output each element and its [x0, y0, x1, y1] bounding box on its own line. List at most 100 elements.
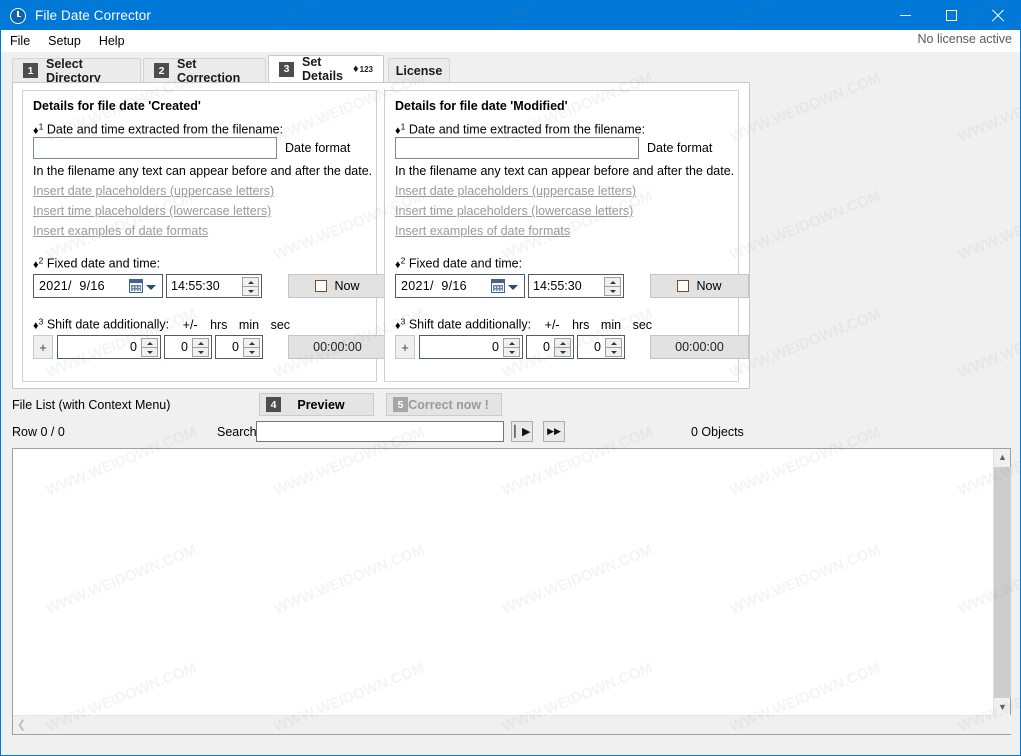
step2-label-modified: ♦2 Fixed date and time: [395, 255, 522, 271]
vertical-scrollbar[interactable]: ▲ ▼ [993, 449, 1011, 716]
spinner-up-icon[interactable] [192, 338, 209, 348]
group-created: Details for file date 'Created' ♦1 Date … [22, 90, 387, 382]
scroll-down-icon[interactable]: ▼ [994, 699, 1011, 716]
close-button[interactable] [974, 1, 1020, 30]
spinner-down-icon[interactable] [503, 348, 520, 357]
shift-sign-toggle-modified[interactable]: + [395, 335, 415, 359]
step2-label-text: Fixed date and time: [408, 256, 523, 271]
step-marker-3-icon: ♦3 [33, 316, 44, 332]
group-title-modified: Details for file date 'Modified' [395, 99, 568, 113]
minimize-button[interactable] [882, 1, 928, 30]
step3-label-created: ♦3 Shift date additionally: +/- hrs min … [33, 316, 290, 332]
minutes-spinner-created[interactable] [192, 338, 209, 357]
tab-select-directory[interactable]: 1 Select Directory [12, 57, 141, 85]
seconds-spinner-created[interactable] [243, 338, 260, 357]
window-controls [882, 1, 1020, 30]
horizontal-scrollbar[interactable]: ❮ ❯ [13, 715, 1011, 734]
spinner-down-icon[interactable] [242, 287, 259, 296]
tab-set-details[interactable]: 3 Set Details ♦ 123 [268, 55, 384, 83]
search-label: Search [217, 425, 257, 439]
spinner-up-icon[interactable] [604, 277, 621, 287]
seconds-spinner-modified[interactable] [605, 338, 622, 357]
scroll-left-icon[interactable]: ❮ [13, 716, 30, 735]
fixed-date-picker-modified[interactable]: 2021/ 9/16 [395, 274, 525, 298]
menu-bar: File Setup Help No license active [1, 30, 1020, 52]
spinner-down-icon[interactable] [604, 287, 621, 296]
shift-hours-input-modified[interactable]: 0 [419, 335, 523, 359]
spinner-up-icon[interactable] [141, 338, 158, 348]
date-format-label-modified: Date format [647, 141, 713, 155]
fixed-time-input-modified[interactable]: 14:55:30 [528, 274, 624, 298]
title-bar: File Date Corrector [1, 1, 1020, 30]
fixed-time-input-created[interactable]: 14:55:30 [166, 274, 262, 298]
checkbox-icon[interactable] [677, 280, 690, 292]
menu-item-file[interactable]: File [1, 31, 39, 51]
shift-hours-input-created[interactable]: 0 [57, 335, 161, 359]
shift-minutes-input-modified[interactable]: 0 [526, 335, 574, 359]
shift-unit-min-modified: min [600, 317, 622, 332]
link-insert-time-placeholders-created[interactable]: Insert time placeholders (lowercase lett… [33, 204, 271, 218]
tab-label: License [395, 63, 443, 78]
tab-set-correction[interactable]: 2 Set Correction [143, 57, 266, 85]
tab-number-badge: 2 [154, 63, 169, 78]
chevron-down-icon [146, 285, 156, 290]
link-insert-date-format-examples-created[interactable]: Insert examples of date formats [33, 224, 208, 238]
spinner-up-icon[interactable] [605, 338, 622, 348]
spinner-down-icon[interactable] [141, 348, 158, 357]
filename-hint-created: In the filename any text can appear befo… [33, 164, 373, 178]
maximize-icon [945, 10, 957, 21]
preview-button[interactable]: 4 Preview [259, 393, 374, 416]
minimize-icon [899, 15, 911, 16]
shift-minutes-input-created[interactable]: 0 [164, 335, 212, 359]
correct-now-button[interactable]: 5 Correct now ! [386, 393, 502, 416]
step3-label-modified: ♦3 Shift date additionally: +/- hrs min … [395, 316, 652, 332]
now-checkbox-created[interactable]: Now [288, 274, 387, 298]
spinner-down-icon[interactable] [192, 348, 209, 357]
spinner-down-icon[interactable] [554, 348, 571, 357]
checkbox-icon[interactable] [315, 280, 328, 292]
step-marker-2-icon: ♦2 [33, 255, 44, 271]
spinner-down-icon[interactable] [605, 348, 622, 357]
shift-seconds-input-created[interactable]: 0 [215, 335, 263, 359]
search-input[interactable] [256, 421, 504, 442]
link-insert-date-placeholders-modified[interactable]: Insert date placeholders (uppercase lett… [395, 184, 636, 198]
spinner-up-icon[interactable] [242, 277, 259, 287]
spinner-down-icon[interactable] [243, 348, 260, 357]
step1-label-created: ♦1 Date and time extracted from the file… [33, 121, 283, 137]
spinner-up-icon[interactable] [503, 338, 520, 348]
step-marker-2-icon: ♦2 [395, 255, 406, 271]
hours-spinner-modified[interactable] [503, 338, 520, 357]
menu-item-setup[interactable]: Setup [39, 31, 90, 51]
time-spinner-created[interactable] [242, 277, 259, 296]
spinner-up-icon[interactable] [554, 338, 571, 348]
find-first-button[interactable]: ▏▶ [511, 421, 533, 442]
link-insert-time-placeholders-modified[interactable]: Insert time placeholders (lowercase lett… [395, 204, 633, 218]
filename-pattern-input-created[interactable] [33, 137, 277, 159]
link-insert-date-placeholders-created[interactable]: Insert date placeholders (uppercase lett… [33, 184, 274, 198]
file-list-area[interactable]: ▲ ▼ ❮ ❯ [12, 448, 1011, 735]
spinner-up-icon[interactable] [243, 338, 260, 348]
fixed-date-value-modified: 2021/ 9/16 [401, 279, 467, 293]
clock-icon [9, 7, 27, 25]
now-checkbox-modified[interactable]: Now [650, 274, 749, 298]
scroll-up-icon[interactable]: ▲ [994, 449, 1011, 466]
shift-unit-sec-created: sec [270, 317, 291, 332]
correct-step-badge: 5 [393, 397, 408, 412]
hours-spinner-created[interactable] [141, 338, 158, 357]
maximize-button[interactable] [928, 1, 974, 30]
menu-item-help[interactable]: Help [90, 31, 134, 51]
minutes-spinner-modified[interactable] [554, 338, 571, 357]
vertical-scroll-thumb[interactable] [994, 467, 1011, 698]
find-next-button[interactable]: ▶▶ [543, 421, 565, 442]
fixed-date-picker-created[interactable]: 2021/ 9/16 [33, 274, 163, 298]
tab-license[interactable]: License [388, 58, 450, 82]
shift-sign-toggle-created[interactable]: + [33, 335, 53, 359]
application-window: File Date Corrector File Setup Help No l… [0, 0, 1021, 756]
object-counter: 0 Objects [691, 425, 744, 439]
filename-pattern-input-modified[interactable] [395, 137, 639, 159]
link-insert-date-format-examples-modified[interactable]: Insert examples of date formats [395, 224, 570, 238]
tab-number-badge: 3 [279, 61, 294, 77]
time-spinner-modified[interactable] [604, 277, 621, 296]
now-label-created: Now [334, 279, 360, 293]
shift-seconds-input-modified[interactable]: 0 [577, 335, 625, 359]
